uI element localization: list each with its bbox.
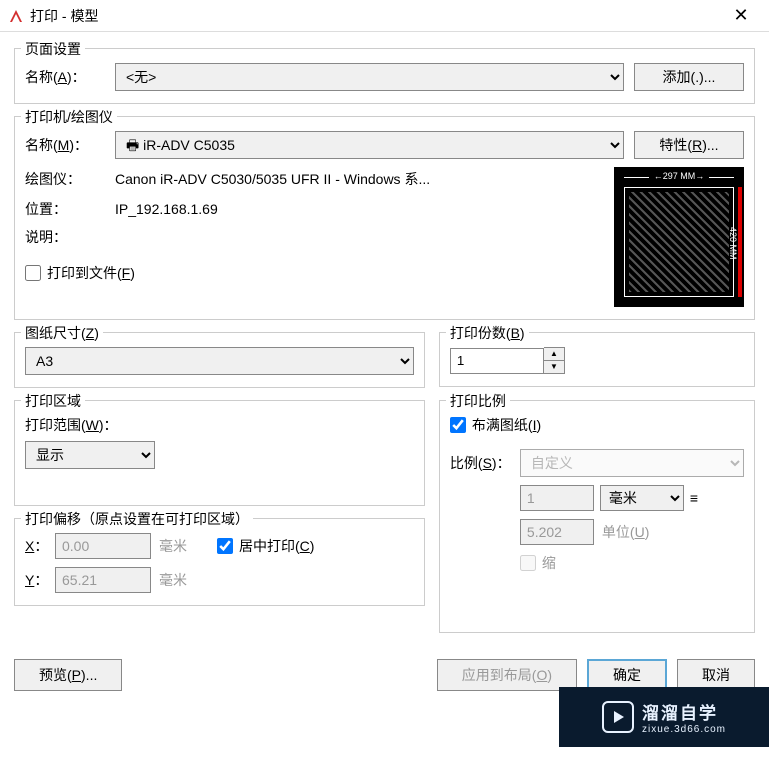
offset-x-input[interactable] (55, 533, 151, 559)
plot-area-title: 打印区域 (21, 391, 85, 411)
fit-to-paper-checkbox[interactable]: 布满图纸(I) (450, 415, 744, 435)
scale-lineweight-checkbox[interactable]: 缩 (520, 553, 556, 573)
scale-select[interactable]: 自定义 (520, 449, 744, 477)
plotter-value: Canon iR-ADV C5030/5035 UFR II - Windows… (115, 167, 430, 191)
preview-height-label: 420 MM (728, 227, 738, 260)
dialog-content: 页面设置 名称(A)： <无> 添加(.)... 打印机/绘图仪 名称(M)： … (0, 32, 769, 659)
plot-area-group: 打印区域 打印范围(W)： 显示 (14, 400, 425, 506)
close-button[interactable]: ✕ (721, 0, 761, 32)
copies-group: 打印份数(B) ▲▼ (439, 332, 755, 387)
paper-size-group: 图纸尺寸(Z) A3 (14, 332, 425, 388)
equals-icon: ≡ (690, 490, 698, 506)
watermark-title: 溜溜自学 (642, 699, 726, 724)
spinner-down-icon[interactable]: ▼ (544, 361, 564, 374)
preview-width-label: ←297 MM→ (634, 171, 724, 181)
paper-size-select[interactable]: A3 (25, 347, 414, 375)
add-button[interactable]: 添加(.)... (634, 63, 744, 91)
page-setup-group: 页面设置 名称(A)： <无> 添加(.)... (14, 48, 755, 104)
plot-offset-group: 打印偏移（原点设置在可打印区域） X： 毫米 居中打印(C) Y： 毫米 (14, 518, 425, 606)
window-title: 打印 - 模型 (30, 6, 721, 26)
center-plot-checkbox[interactable]: 居中打印(C) (217, 536, 314, 556)
offset-y-unit: 毫米 (159, 570, 187, 590)
description-label: 说明： (25, 227, 115, 247)
location-value: IP_192.168.1.69 (115, 199, 218, 219)
printer-group-title: 打印机/绘图仪 (21, 107, 117, 127)
app-icon (8, 8, 24, 24)
page-setup-name-select[interactable]: <无> (115, 63, 624, 91)
scale-unit-select[interactable]: 毫米 (600, 485, 684, 511)
preview-button[interactable]: 预览(P)... (14, 659, 122, 691)
watermark-url: zixue.3d66.com (642, 724, 726, 735)
plot-range-label: 打印范围(W)： (25, 415, 414, 435)
page-setup-title: 页面设置 (21, 39, 85, 59)
paper-size-title: 图纸尺寸(Z) (21, 323, 103, 343)
watermark: 溜溜自学 zixue.3d66.com (559, 687, 769, 747)
offset-y-label: Y： (25, 570, 55, 590)
plotter-label: 绘图仪： (25, 169, 115, 189)
scale-unit-label: 单位(U) (602, 522, 649, 542)
offset-x-unit: 毫米 (159, 536, 187, 556)
plot-range-select[interactable]: 显示 (25, 441, 155, 469)
paper-preview: ←297 MM→ 420 MM (614, 167, 744, 307)
location-label: 位置： (25, 199, 115, 219)
plot-scale-title: 打印比例 (446, 391, 510, 411)
copies-title: 打印份数(B) (446, 323, 529, 343)
scale-label: 比例(S)： (450, 453, 520, 473)
offset-y-input[interactable] (55, 567, 151, 593)
printer-name-label: 名称(M)： (25, 135, 115, 155)
scale-mm-input[interactable] (520, 485, 594, 511)
printer-group: 打印机/绘图仪 名称(M)： 🖶 iR-ADV C5035 特性(R)... 绘… (14, 116, 755, 320)
page-setup-name-label: 名称(A)： (25, 67, 115, 87)
play-icon (602, 701, 634, 733)
spinner-up-icon[interactable]: ▲ (544, 348, 564, 361)
printer-name-select[interactable]: 🖶 iR-ADV C5035 (115, 131, 624, 159)
plot-scale-group: 打印比例 布满图纸(I) 比例(S)： 自定义 毫米 ≡ 单位(U) 缩 (439, 400, 755, 633)
copies-input[interactable] (450, 348, 544, 374)
scale-unit-input[interactable] (520, 519, 594, 545)
plot-to-file-checkbox[interactable]: 打印到文件(F) (25, 263, 135, 283)
apply-to-layout-button[interactable]: 应用到布局(O) (437, 659, 577, 691)
properties-button[interactable]: 特性(R)... (634, 131, 744, 159)
copies-spinner[interactable]: ▲▼ (450, 347, 744, 374)
titlebar: 打印 - 模型 ✕ (0, 0, 769, 32)
plot-offset-title: 打印偏移（原点设置在可打印区域） (21, 509, 253, 529)
offset-x-label: X： (25, 536, 55, 556)
